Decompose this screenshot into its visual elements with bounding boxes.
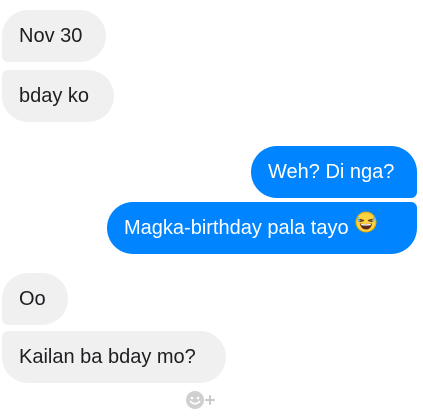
message-text: Oo xyxy=(19,288,46,310)
message-text: Nov 30 xyxy=(19,25,83,47)
add-reaction-button[interactable] xyxy=(184,388,218,412)
message-text: bday ko xyxy=(19,85,90,107)
message-text: Weh? Di nga? xyxy=(268,161,395,183)
incoming-message-bubble[interactable]: Kailan ba bday mo? xyxy=(2,331,226,383)
incoming-message-bubble[interactable]: bday ko xyxy=(2,70,114,122)
message-text: Kailan ba bday mo? xyxy=(19,346,196,368)
outgoing-message-bubble[interactable]: Magka-birthday pala tayo xyxy=(107,202,417,254)
incoming-message-bubble[interactable]: Nov 30 xyxy=(2,10,106,62)
add-reaction-icon xyxy=(186,391,215,409)
message-text: Magka-birthday pala tayo xyxy=(124,217,349,239)
outgoing-message-bubble[interactable]: Weh? Di nga? xyxy=(251,146,417,198)
laughing-emoji-icon xyxy=(355,201,377,253)
incoming-message-bubble[interactable]: Oo xyxy=(2,273,68,325)
